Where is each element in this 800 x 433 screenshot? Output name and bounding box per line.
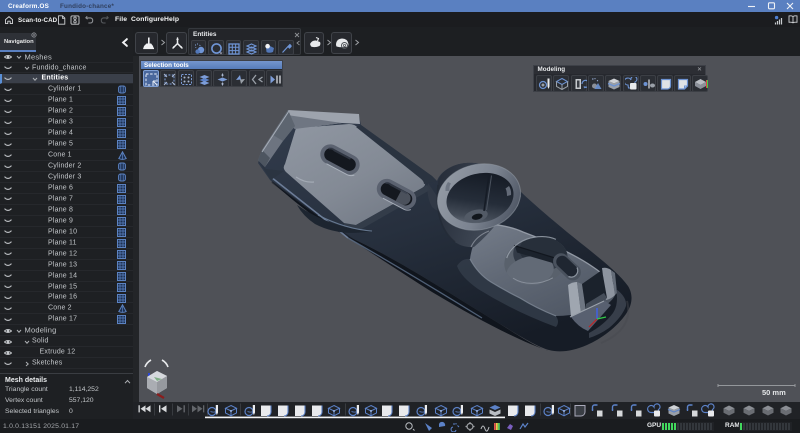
svg-text:50 mm: 50 mm bbox=[762, 388, 786, 397]
